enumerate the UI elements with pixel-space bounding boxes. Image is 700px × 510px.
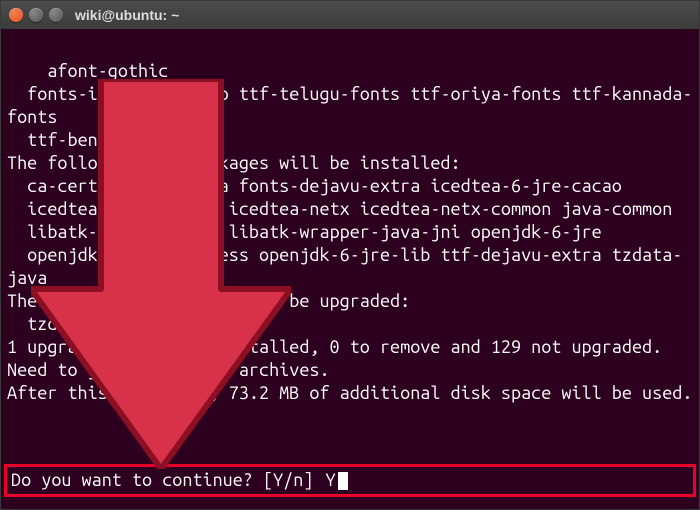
close-button[interactable] [9,8,23,22]
prompt-question: Do you want to continue? [Y/n] [11,469,323,492]
continue-prompt-highlight: Do you want to continue? [Y/n] Y [4,464,696,497]
window-title: wiki@ubuntu: ~ [75,7,179,23]
cursor-icon [338,472,348,490]
terminal-output: afont-gothic fonts-ipafont-mincho ttf-te… [7,61,692,403]
titlebar[interactable]: wiki@ubuntu: ~ [1,1,699,29]
minimize-button[interactable] [29,8,43,22]
maximize-button[interactable] [49,8,63,22]
prompt-input[interactable]: Y [325,469,335,492]
terminal-window: wiki@ubuntu: ~ afont-gothic fonts-ipafon… [0,0,700,510]
terminal-body[interactable]: afont-gothic fonts-ipafont-mincho ttf-te… [1,29,699,509]
window-controls [9,8,63,22]
